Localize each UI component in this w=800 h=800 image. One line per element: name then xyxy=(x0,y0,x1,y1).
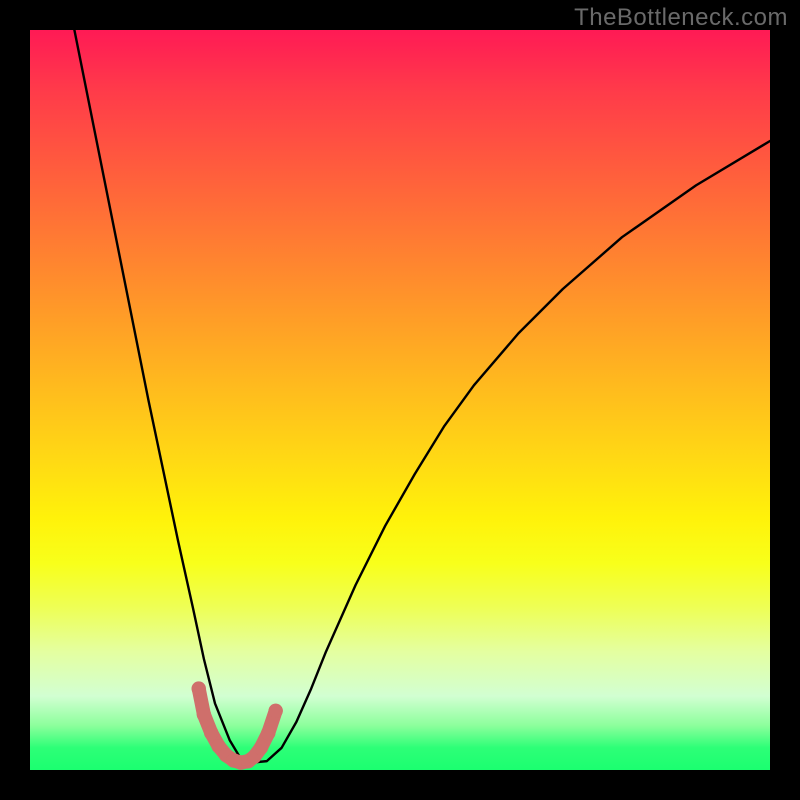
watermark-text: TheBottleneck.com xyxy=(574,4,788,32)
highlight-marker-dot xyxy=(204,726,218,740)
highlight-marker-dot xyxy=(268,704,282,718)
highlight-marker-dot xyxy=(197,707,211,721)
bottleneck-plot-svg xyxy=(30,30,770,770)
chart-container: TheBottleneck.com xyxy=(0,0,800,800)
plot-area xyxy=(30,30,770,770)
highlight-marker-dot xyxy=(192,681,206,695)
highlight-marker-dot xyxy=(254,741,268,755)
bottleneck-curve xyxy=(74,30,770,763)
highlight-marker-group xyxy=(192,681,283,769)
highlight-marker-dot xyxy=(261,726,275,740)
